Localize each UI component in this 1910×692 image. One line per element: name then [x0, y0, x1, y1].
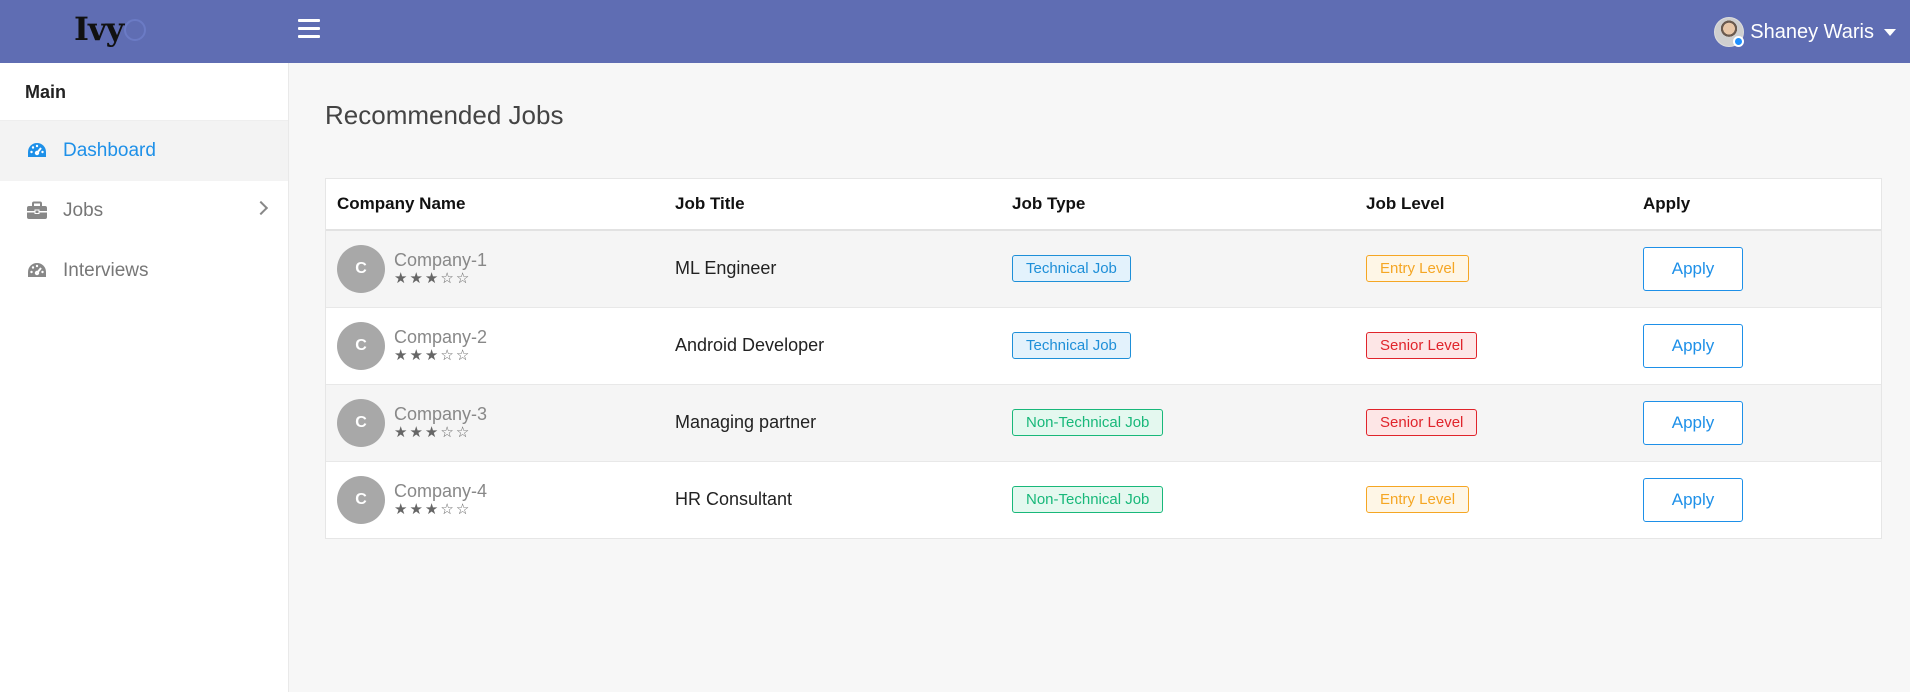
sidebar-item-label: Jobs	[63, 200, 104, 221]
table-row: C Company-3 ★★★☆☆ Managing partner Non-Techn…	[326, 384, 1881, 462]
column-header-company: Company Name	[326, 179, 675, 231]
apply-cell: Apply	[1643, 384, 1881, 462]
company-cell: C Company-3 ★★★☆☆	[326, 384, 675, 462]
star-filled-icon: ★	[424, 424, 441, 441]
company-cell: C Company-1 ★★★☆☆	[326, 230, 675, 308]
apply-button[interactable]: Apply	[1643, 477, 1743, 522]
avatar	[1714, 17, 1745, 47]
apply-button[interactable]: Apply	[1643, 400, 1743, 445]
table-row: C Company-2 ★★★☆☆ Android Developer Technica…	[326, 307, 1881, 385]
page-title: Recommended Jobs	[325, 100, 564, 130]
user-menu[interactable]: Shaney Waris	[1714, 16, 1896, 48]
job-type-cell: Technical Job	[1012, 230, 1366, 308]
job-title: Managing partner	[675, 384, 1012, 462]
job-type-badge: Non-Technical Job	[1012, 486, 1164, 514]
apply-cell: Apply	[1643, 230, 1881, 308]
sidebar-item-jobs[interactable]: Jobs	[0, 181, 288, 241]
company-name[interactable]: Company-4	[394, 481, 487, 501]
company-avatar[interactable]: C	[337, 475, 385, 524]
company-name[interactable]: Company-3	[394, 404, 487, 424]
star-filled-icon: ★	[409, 424, 425, 441]
job-title: ML Engineer	[675, 230, 1012, 308]
job-type-cell: Non-Technical Job	[1012, 461, 1366, 538]
job-type-cell: Non-Technical Job	[1012, 384, 1366, 462]
online-status-icon	[1733, 36, 1745, 47]
job-title: Android Developer	[675, 307, 1012, 385]
sidebar-item-dashboard[interactable]: Dashboard	[0, 121, 288, 181]
company-avatar[interactable]: C	[337, 244, 385, 293]
top-navbar: Ivypus Shaney Waris	[0, 0, 1910, 90]
star-empty-icon: ☆	[440, 501, 456, 519]
dashboard-icon	[25, 260, 49, 282]
sidebar-item-label: Interviews	[63, 260, 149, 281]
jobs-table: Company Name Job Title Job Type Job Leve…	[325, 178, 1882, 539]
dashboard-icon	[25, 140, 49, 162]
company-name[interactable]: Company-2	[394, 327, 487, 347]
star-filled-icon: ★	[409, 270, 425, 288]
star-filled-icon: ★	[409, 501, 425, 519]
briefcase-icon	[25, 200, 49, 222]
table-row: C Company-1 ★★★☆☆ ML Engineer Technical Job E…	[326, 230, 1881, 308]
company-rating: ★★★☆☆	[394, 347, 487, 364]
star-empty-icon: ☆	[455, 347, 472, 364]
app-logo[interactable]: Ivypus	[74, 8, 204, 90]
star-empty-icon: ☆	[440, 424, 456, 441]
company-rating: ★★★☆☆	[394, 424, 487, 441]
caret-down-icon	[1884, 28, 1896, 36]
column-header-job-type: Job Type	[1012, 179, 1366, 231]
apply-cell: Apply	[1643, 307, 1881, 385]
column-header-apply: Apply	[1643, 179, 1881, 231]
star-empty-icon: ☆	[440, 270, 456, 288]
chevron-right-icon	[253, 200, 269, 216]
job-type-badge: Technical Job	[1012, 332, 1131, 359]
sidebar-item-label: Dashboard	[63, 140, 156, 161]
company-rating: ★★★☆☆	[394, 501, 487, 518]
job-type-badge: Non-Technical Job	[1012, 409, 1164, 436]
user-name: Shaney Waris	[1750, 20, 1874, 43]
menu-toggle-icon[interactable]	[298, 19, 322, 41]
star-filled-icon: ★	[394, 347, 410, 364]
job-level-cell: Entry Level	[1366, 230, 1643, 308]
job-level-cell: Entry Level	[1366, 461, 1643, 538]
company-avatar[interactable]: C	[337, 398, 385, 447]
job-type-badge: Technical Job	[1012, 255, 1131, 283]
job-level-cell: Senior Level	[1366, 384, 1643, 462]
logo-o-mark	[124, 18, 147, 41]
job-level-badge: Entry Level	[1366, 486, 1470, 514]
apply-button[interactable]: Apply	[1643, 246, 1743, 291]
star-filled-icon: ★	[424, 347, 441, 364]
column-header-job-level: Job Level	[1366, 179, 1643, 231]
star-filled-icon: ★	[424, 501, 441, 519]
star-filled-icon: ★	[394, 424, 410, 441]
table-row: C Company-4 ★★★☆☆ HR Consultant Non-Technica…	[326, 461, 1881, 538]
table-header-row: Company Name Job Title Job Type Job Leve…	[326, 179, 1881, 231]
star-filled-icon: ★	[409, 347, 425, 364]
sidebar-item-interviews[interactable]: Interviews	[0, 241, 288, 301]
job-level-badge: Senior Level	[1366, 409, 1478, 436]
star-filled-icon: ★	[424, 270, 441, 288]
apply-button[interactable]: Apply	[1643, 323, 1743, 368]
sidebar: Main Dashboard Jobs Interviews	[0, 63, 289, 692]
company-cell: C Company-4 ★★★☆☆	[326, 461, 675, 538]
job-level-badge: Entry Level	[1366, 255, 1470, 283]
star-filled-icon: ★	[394, 270, 410, 288]
job-level-cell: Senior Level	[1366, 307, 1643, 385]
job-level-badge: Senior Level	[1366, 332, 1478, 359]
star-empty-icon: ☆	[455, 424, 472, 441]
company-name[interactable]: Company-1	[394, 250, 487, 270]
star-empty-icon: ☆	[455, 501, 472, 519]
job-type-cell: Technical Job	[1012, 307, 1366, 385]
star-empty-icon: ☆	[455, 270, 472, 288]
column-header-job-title: Job Title	[675, 179, 1012, 231]
job-title: HR Consultant	[675, 489, 793, 510]
star-empty-icon: ☆	[440, 347, 456, 364]
company-cell: C Company-2 ★★★☆☆	[326, 307, 675, 385]
sidebar-section-title: Main	[0, 63, 288, 121]
logo-text-left: Ivy	[74, 10, 124, 48]
company-avatar[interactable]: C	[337, 321, 385, 370]
company-rating: ★★★☆☆	[394, 270, 487, 287]
star-filled-icon: ★	[394, 501, 410, 519]
apply-cell: Apply	[1643, 461, 1881, 538]
